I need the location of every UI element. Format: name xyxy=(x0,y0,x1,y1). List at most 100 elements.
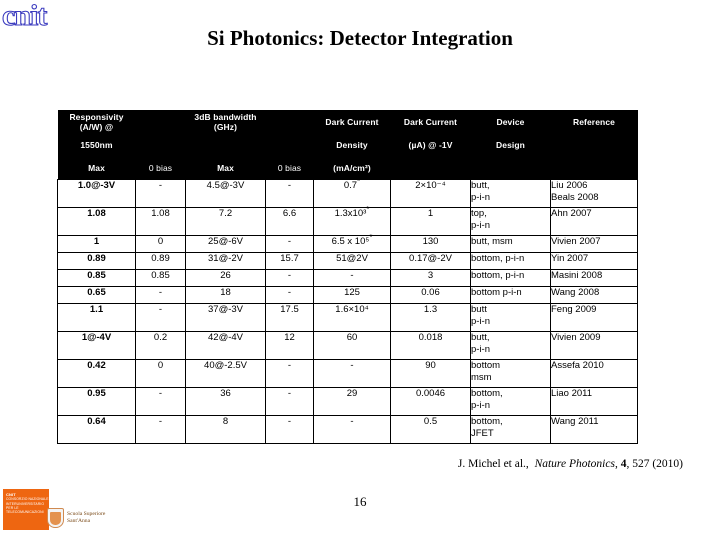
header-cell-r2-c5 xyxy=(390,156,471,180)
cell-responsivity_max: 0.65 xyxy=(57,286,136,304)
cell-dark_current_ua: 0.018 xyxy=(390,331,471,360)
cell-dark_current_density: 51@2V xyxy=(313,252,391,270)
cell-bandwidth_0bias: - xyxy=(265,286,314,304)
cell-device_design: top, p-i-n xyxy=(470,207,551,236)
table-row: 1@-4V 0.2 42@-4V 12 60 0.018 butt, p-i-n Vivien … xyxy=(57,331,638,360)
table-row: 1.0@-3V -4.5@-3V -0.7* 2×10⁻⁴ butt, p-i-n Liu … xyxy=(57,177,638,208)
source-citation: J. Michel et al., Nature Photonics, 4, 5… xyxy=(0,458,683,470)
cell-bandwidth_max: 8 xyxy=(185,415,266,444)
cell-reference: Wang 2011 xyxy=(550,415,638,444)
table-header-row-0: Responsivity (A/W) @ 3dB bandwidth (GHz) D… xyxy=(57,110,638,133)
cell-responsivity_0bias: - xyxy=(135,286,186,304)
crest-icon xyxy=(47,508,64,528)
header-cell-r0-c2: 3dB bandwidth (GHz) xyxy=(185,110,266,133)
cell-dark_current_ua: 0.0046 xyxy=(390,387,471,416)
cell-device_design: bottom, JFET xyxy=(470,415,551,444)
header-cell-r2-c3: 0 bias xyxy=(265,156,314,180)
cell-bandwidth_0bias: - xyxy=(265,415,314,444)
cnit-orange-line-4: TELECOMUNICAZIONI xyxy=(6,510,44,515)
cell-reference: Vivien 2009 xyxy=(550,331,638,360)
cell-responsivity_0bias: - xyxy=(135,387,186,416)
table-header-row-1: 1550nm Density (µA) @ -1V Design xyxy=(57,133,638,156)
cell-reference: Ahn 2007 xyxy=(550,207,638,236)
cell-bandwidth_0bias: 15.7 xyxy=(265,252,314,270)
cell-device_design: bottom p-i-n xyxy=(470,286,551,304)
cell-bandwidth_0bias: - xyxy=(265,359,314,388)
cell-device_design: butt, p-i-n xyxy=(470,331,551,360)
cell-dark_current_ua: 3 xyxy=(390,269,471,287)
cnit-orange-line-1: CONSORZIO NAZIONALE xyxy=(6,497,49,502)
cell-reference: Liao 2011 xyxy=(550,387,638,416)
cell-bandwidth_max: 7.2 xyxy=(185,207,266,236)
cell-responsivity_0bias: - xyxy=(135,303,186,332)
page-title: Si Photonics: Detector Integration xyxy=(207,26,513,50)
cell-device_design: bottom, p-i-n xyxy=(470,387,551,416)
table-row: 0.64-8- -0.5 bottom, JFET Wang 2011 xyxy=(57,415,638,444)
header-cell-r0-c3 xyxy=(265,110,314,133)
header-cell-r1-c5: (µA) @ -1V xyxy=(390,133,471,156)
cell-dark_current_density: 1.3x10³* xyxy=(313,205,391,236)
cell-dark_current_density: - xyxy=(313,269,391,287)
header-cell-r2-c1: 0 bias xyxy=(135,156,186,180)
cell-responsivity_0bias: 0.85 xyxy=(135,269,186,287)
cell-dark_current_ua: 2×10⁻⁴ xyxy=(390,179,471,208)
cell-device_design: bottom, p-i-n xyxy=(470,252,551,270)
citation-page: 527 xyxy=(632,458,650,470)
cell-bandwidth_max: 25@-6V xyxy=(185,235,266,253)
cell-device_design: butt p-i-n xyxy=(470,303,551,332)
table-body: Responsivity (A/W) @ 3dB bandwidth (GHz) D… xyxy=(57,110,638,444)
cell-responsivity_max: 0.95 xyxy=(57,387,136,416)
cell-responsivity_0bias: 1.08 xyxy=(135,207,186,236)
cell-responsivity_0bias: 0 xyxy=(135,359,186,388)
header-cell-r2-c0: Max xyxy=(57,156,136,180)
cell-dark_current_ua: 130 xyxy=(390,235,471,253)
crest-inner-shape xyxy=(50,511,61,525)
partner-name: Scuola Superiore Sant'Anna xyxy=(67,511,105,524)
partner-name-line1: Scuola Superiore xyxy=(67,511,106,517)
cell-bandwidth_max: 31@-2V xyxy=(185,252,266,270)
cell-dark_current_ua: 1.3 xyxy=(390,303,471,332)
cell-bandwidth_0bias: 12 xyxy=(265,331,314,360)
cell-dark_current_ua: 0.5 xyxy=(390,415,471,444)
cell-bandwidth_max: 18 xyxy=(185,286,266,304)
header-cell-r2-c4: (mA/cm²) xyxy=(313,156,391,180)
cell-dark_current_density: 29 xyxy=(313,387,391,416)
cell-bandwidth_0bias: - xyxy=(265,269,314,287)
cell-responsivity_max: 1.0@-3V xyxy=(57,179,136,208)
header-cell-r2-c7 xyxy=(550,156,638,180)
table-header-row-2: Max 0 bias Max 0 bias (mA/cm²) xyxy=(57,156,638,180)
cell-bandwidth_max: 4.5@-3V xyxy=(185,179,266,208)
header-cell-r1-c4: Density xyxy=(313,133,391,156)
cell-device_design: butt, msm xyxy=(470,235,551,253)
table-row: 1.1-37@-3V 17.5 1.6×10⁴ 1.3 butt p-i-n Feng 20… xyxy=(57,303,638,332)
cell-dark_current_density: 1.6×10⁴ xyxy=(313,303,391,332)
table-row: 0.42 0 40@-2.5V - -90 bottom msm Assefa 2010 xyxy=(57,359,638,388)
header-cell-r1-c1 xyxy=(135,133,186,156)
cell-bandwidth_0bias: 6.6 xyxy=(265,207,314,236)
header-cell-r0-c5: Dark Current xyxy=(390,110,471,133)
header-cell-r1-c7 xyxy=(550,133,638,156)
cell-reference: Masini 2008 xyxy=(550,269,638,287)
cell-bandwidth_0bias: - xyxy=(265,387,314,416)
cell-dark_current_ua: 1 xyxy=(390,207,471,236)
table-row: 1.08 1.08 7.2 6.6 1.3x10³* 1 top, p-i-n Ahn 2007 xyxy=(57,205,638,236)
cell-responsivity_max: 0.85 xyxy=(57,269,136,287)
table-row: 0.89 0.89 31@-2V 15.7 51@2V 0.17@-2V bottom, p… xyxy=(57,252,638,270)
cell-responsivity_0bias: - xyxy=(135,179,186,208)
header-cell-r1-c2 xyxy=(185,133,266,156)
table-row: 1 0 25@-6V -6.5 x 10⁵* 130 butt, msm Vivien 20… xyxy=(57,233,638,253)
detector-comparison-table: Responsivity (A/W) @ 3dB bandwidth (GHz) D… xyxy=(57,110,638,444)
cell-responsivity_0bias: - xyxy=(135,415,186,444)
header-cell-r0-c0: Responsivity (A/W) @ xyxy=(57,110,136,133)
citation-journal: Nature Photonics xyxy=(534,458,615,470)
header-cell-r0-c6: Device xyxy=(470,110,551,133)
cell-device_design: bottom, p-i-n xyxy=(470,269,551,287)
cell-responsivity_max: 1.1 xyxy=(57,303,136,332)
header-cell-r0-c1 xyxy=(135,110,186,133)
cell-bandwidth_0bias: - xyxy=(265,179,314,208)
cell-bandwidth_0bias: - xyxy=(265,235,314,253)
cell-dark_current_density: - xyxy=(313,415,391,444)
table-row: 0.85 0.85 26- -3 bottom, p-i-n Masini 2008 xyxy=(57,269,638,287)
header-cell-r1-c6: Design xyxy=(470,133,551,156)
partner-name-line2: Sant'Anna xyxy=(67,517,91,524)
